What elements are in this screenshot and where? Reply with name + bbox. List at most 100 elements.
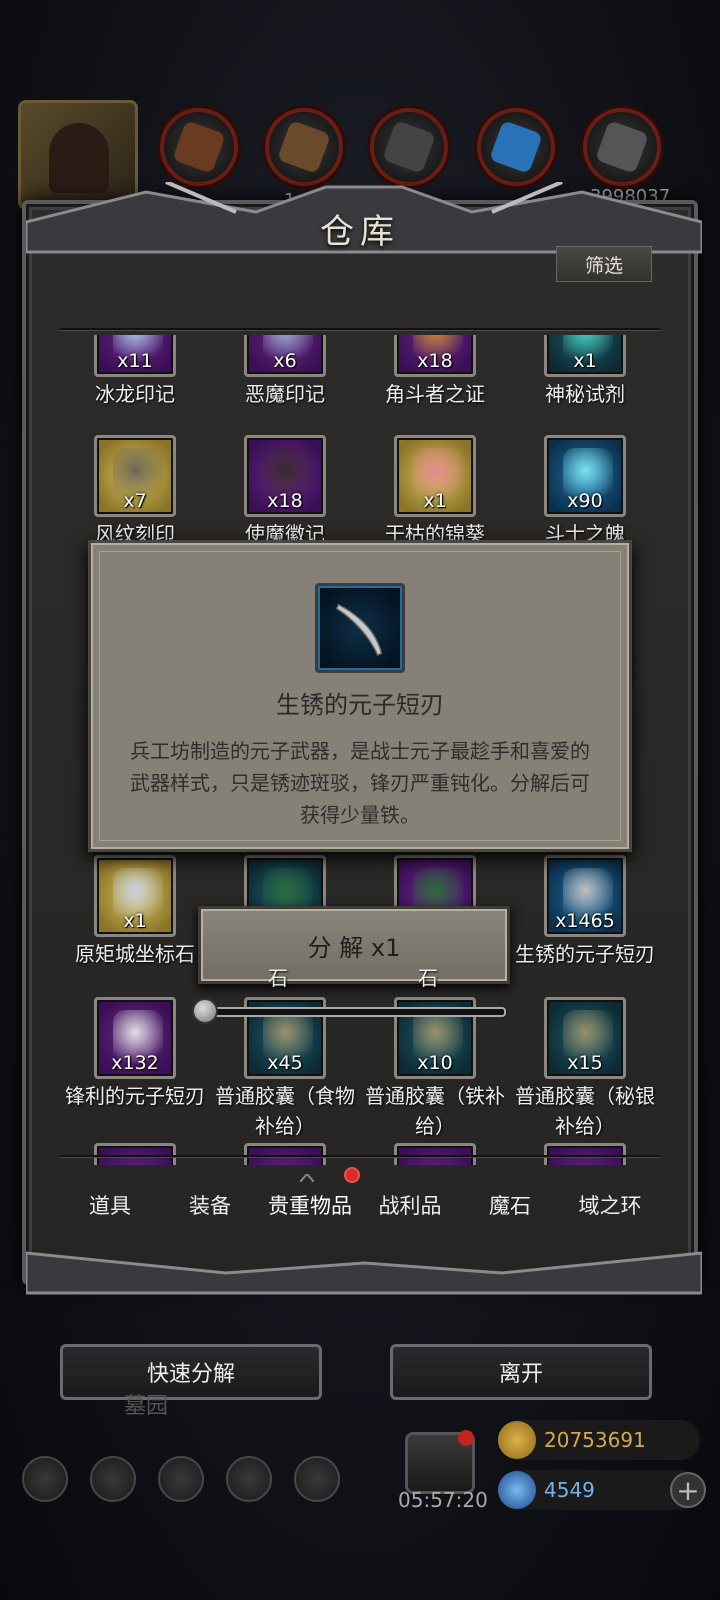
- gold-coin-icon: [498, 1421, 536, 1459]
- tab-label: 道具: [89, 1194, 131, 1218]
- inventory-item[interactable]: x90 斗士之魄: [510, 435, 660, 549]
- item-slot[interactable]: x11: [94, 335, 176, 377]
- tab-label: 战利品: [378, 1194, 442, 1218]
- inventory-item[interactable]: x10 普通胶囊（铁补给）: [360, 997, 510, 1141]
- inventory-item[interactable]: x18 使魔徽记: [210, 435, 360, 549]
- event-timer: 05:57:20: [398, 1488, 488, 1512]
- item-slot[interactable]: [244, 1143, 326, 1165]
- item-count: x1: [123, 910, 147, 932]
- item-count: x45: [267, 1052, 303, 1074]
- tab-label: 魔石: [489, 1194, 531, 1218]
- player-portrait[interactable]: [18, 100, 138, 210]
- item-slot[interactable]: x1: [94, 855, 176, 937]
- item-name: 普通胶囊（铁补给）: [365, 1084, 505, 1138]
- tab-3[interactable]: 战利品: [360, 1175, 460, 1235]
- item-slot[interactable]: x1: [394, 435, 476, 517]
- inventory-item-partial[interactable]: [210, 1143, 360, 1165]
- item-slot[interactable]: [544, 1143, 626, 1165]
- popup-item-title: 生锈的元子短刃: [276, 691, 444, 719]
- tab-label: 贵重物品: [268, 1194, 352, 1218]
- quick-decompose-button[interactable]: 快速分解: [60, 1344, 322, 1400]
- item-name: 角斗者之证: [385, 382, 485, 406]
- category-tabs: 道具 装备 贵重物品 战利品 魔石 域之环: [60, 1167, 660, 1235]
- gold-counter: 20753691: [498, 1420, 700, 1460]
- item-slot[interactable]: x6: [244, 335, 326, 377]
- item-count: x18: [417, 350, 453, 372]
- tab-label: 装备: [189, 1194, 231, 1218]
- tab-5[interactable]: 域之环: [560, 1175, 660, 1235]
- item-slot[interactable]: x90: [544, 435, 626, 517]
- decompose-button[interactable]: 分 解 x1: [198, 906, 510, 984]
- tab-0[interactable]: 道具: [60, 1175, 160, 1235]
- popup-item-description: 兵工坊制造的元子武器，是战士元子最趁手和喜爱的武器样式，只是锈迹斑驳，锋刃严重钝…: [130, 739, 590, 827]
- item-count: x7: [123, 490, 147, 512]
- item-slot[interactable]: x132: [94, 997, 176, 1079]
- star-icon[interactable]: [90, 1456, 136, 1502]
- item-count: x90: [567, 490, 603, 512]
- item-name: 普通胶囊（食物补给）: [215, 1084, 355, 1138]
- tab-1[interactable]: 装备: [160, 1175, 260, 1235]
- tab-label: 域之环: [578, 1194, 642, 1218]
- inventory-item[interactable]: x15 普通胶囊（秘银补给）: [510, 997, 660, 1141]
- tab-notification-dot: [344, 1167, 360, 1183]
- inventory-item[interactable]: x132 锋利的元子短刃: [60, 997, 210, 1111]
- resource-meat-icon: [160, 108, 238, 186]
- item-count: x10: [417, 1052, 453, 1074]
- inventory-item[interactable]: x7 风纹刻印: [60, 435, 210, 549]
- item-name-partial: 石: [418, 966, 438, 990]
- item-name: 原矩城坐标石: [75, 942, 195, 966]
- item-slot[interactable]: x1: [544, 335, 626, 377]
- resource-mithril-icon: [583, 108, 661, 186]
- inventory-item[interactable]: x11 冰龙印记: [60, 335, 210, 409]
- gem-icon: [498, 1471, 536, 1509]
- item-name: 普通胶囊（秘银补给）: [515, 1084, 655, 1138]
- inventory-item[interactable]: x45 普通胶囊（食物补给）: [210, 997, 360, 1141]
- item-count: x11: [117, 350, 153, 372]
- item-slot[interactable]: x18: [394, 335, 476, 377]
- tab-2[interactable]: 贵重物品: [260, 1167, 360, 1235]
- inventory-item[interactable]: x18 角斗者之证: [360, 335, 510, 409]
- item-name: 恶魔印记: [245, 382, 325, 406]
- item-slot[interactable]: x18: [244, 435, 326, 517]
- add-currency-icon[interactable]: +: [670, 1472, 706, 1508]
- inventory-item-partial[interactable]: [510, 1143, 660, 1165]
- inventory-item-partial[interactable]: [360, 1143, 510, 1165]
- dagger-icon: [315, 583, 405, 673]
- item-slot[interactable]: x15: [544, 997, 626, 1079]
- inventory-item[interactable]: x1 干枯的锦葵: [360, 435, 510, 549]
- leave-button[interactable]: 离开: [390, 1344, 652, 1400]
- item-count: x132: [111, 1052, 159, 1074]
- settings-icon[interactable]: [22, 1456, 68, 1502]
- share-icon[interactable]: [294, 1456, 340, 1502]
- inventory-item[interactable]: x1 原矩城坐标石: [60, 855, 210, 969]
- item-name: 锋利的元子短刃: [65, 1084, 205, 1108]
- inventory-item[interactable]: x6 恶魔印记: [210, 335, 360, 409]
- item-count: x15: [567, 1052, 603, 1074]
- quantity-slider-handle[interactable]: [192, 998, 218, 1024]
- item-slot[interactable]: [394, 1143, 476, 1165]
- guild-icon[interactable]: [158, 1456, 204, 1502]
- inventory-item-partial[interactable]: [60, 1143, 210, 1165]
- panel-frame-bottom-decoration: [26, 1251, 702, 1295]
- gem-value: 4549: [544, 1478, 595, 1502]
- gift-notification-dot: [458, 1430, 474, 1446]
- grid-top-divider: [60, 328, 660, 330]
- inventory-item[interactable]: x1 神秘试剂: [510, 335, 660, 409]
- item-name: 生锈的元子短刃: [515, 942, 655, 966]
- tab-4[interactable]: 魔石: [460, 1175, 560, 1235]
- grid-bottom-divider: [60, 1155, 660, 1157]
- location-label: 墓园: [124, 1394, 169, 1419]
- item-slot[interactable]: [94, 1143, 176, 1165]
- game-screen: 1.82万 1199 3998037 仓库 筛选 x11冰龙印记x6恶魔印记x1…: [0, 0, 720, 1600]
- item-slot[interactable]: x7: [94, 435, 176, 517]
- quantity-slider-track[interactable]: [210, 1007, 506, 1017]
- item-count: x6: [273, 350, 297, 372]
- filter-button[interactable]: 筛选: [556, 246, 652, 282]
- item-count: x18: [267, 490, 303, 512]
- item-slot[interactable]: x1465: [544, 855, 626, 937]
- resource-iron-icon: [370, 108, 448, 186]
- resource-wood-icon: [265, 108, 343, 186]
- mail-icon[interactable]: [226, 1456, 272, 1502]
- inventory-item[interactable]: x1465 生锈的元子短刃: [510, 855, 660, 969]
- item-detail-popup: 生锈的元子短刃 兵工坊制造的元子武器，是战士元子最趁手和喜爱的武器样式，只是锈迹…: [88, 540, 632, 852]
